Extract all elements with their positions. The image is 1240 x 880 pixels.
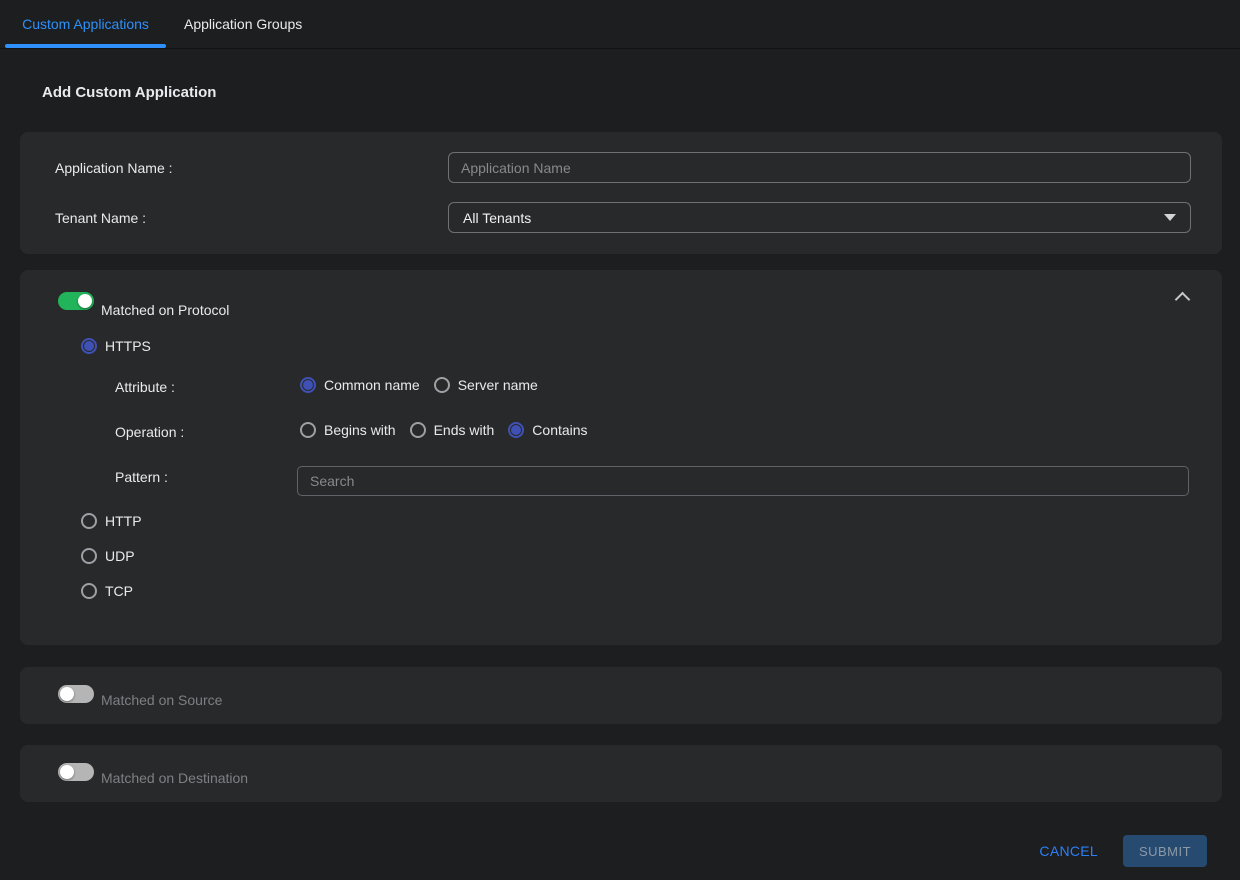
- protocol-toggle[interactable]: [58, 292, 94, 310]
- radio-ends-with[interactable]: [410, 422, 426, 438]
- tab-custom-applications[interactable]: Custom Applications: [5, 0, 166, 48]
- radio-http-label: HTTP: [105, 513, 142, 529]
- tenant-select[interactable]: All Tenants: [448, 202, 1191, 233]
- submit-button[interactable]: SUBMIT: [1123, 835, 1207, 867]
- application-name-row: Application Name :: [20, 152, 1222, 183]
- protocol-option-udp: UDP: [81, 548, 135, 564]
- radio-common-name-label: Common name: [324, 377, 420, 393]
- attribute-option-common-name: Common name: [300, 377, 420, 393]
- operation-label: Operation :: [115, 424, 184, 440]
- add-custom-application-page: { "tabs": [ { "label": "Custom Applicati…: [0, 0, 1240, 880]
- attribute-label: Attribute :: [115, 379, 175, 395]
- toggle-knob: [78, 294, 92, 308]
- radio-tcp-label: TCP: [105, 583, 133, 599]
- matched-on-protocol-card: Matched on Protocol HTTPS Attribute : Co…: [20, 270, 1222, 645]
- radio-http[interactable]: [81, 513, 97, 529]
- radio-udp[interactable]: [81, 548, 97, 564]
- source-toggle-label: Matched on Source: [101, 692, 222, 708]
- operation-option-begins-with: Begins with: [300, 422, 396, 438]
- radio-https[interactable]: [81, 338, 97, 354]
- radio-server-name[interactable]: [434, 377, 450, 393]
- protocol-option-https: HTTPS: [81, 338, 151, 354]
- protocol-toggle-label: Matched on Protocol: [101, 302, 229, 318]
- radio-tcp[interactable]: [81, 583, 97, 599]
- tab-custom-applications-label: Custom Applications: [22, 16, 149, 32]
- footer-actions: CANCEL SUBMIT: [0, 835, 1240, 867]
- tenant-select-value: All Tenants: [463, 210, 531, 226]
- application-name-label: Application Name :: [20, 160, 448, 176]
- matched-on-source-card: Matched on Source: [20, 667, 1222, 724]
- matched-on-destination-card: Matched on Destination: [20, 745, 1222, 802]
- active-tab-underline: [5, 44, 166, 48]
- operation-option-ends-with: Ends with: [410, 422, 495, 438]
- toggle-knob: [60, 765, 74, 779]
- general-info-card: Application Name : Tenant Name : All Ten…: [20, 132, 1222, 254]
- application-name-input[interactable]: [448, 152, 1191, 183]
- radio-https-label: HTTPS: [105, 338, 151, 354]
- radio-ends-with-label: Ends with: [434, 422, 495, 438]
- chevron-down-icon: [1164, 214, 1176, 221]
- operation-option-contains: Contains: [508, 422, 587, 438]
- protocol-header: Matched on Protocol: [58, 292, 229, 318]
- cancel-button[interactable]: CANCEL: [1039, 843, 1098, 859]
- toggle-knob: [60, 687, 74, 701]
- attribute-options: Common name Server name: [300, 377, 538, 393]
- tab-application-groups[interactable]: Application Groups: [184, 0, 302, 48]
- chevron-up-icon[interactable]: [1175, 292, 1191, 308]
- radio-contains-label: Contains: [532, 422, 587, 438]
- tenant-name-row: Tenant Name : All Tenants: [20, 202, 1222, 233]
- tenant-name-label: Tenant Name :: [20, 210, 448, 226]
- tab-application-groups-label: Application Groups: [184, 16, 302, 32]
- radio-udp-label: UDP: [105, 548, 135, 564]
- radio-server-name-label: Server name: [458, 377, 538, 393]
- source-toggle[interactable]: [58, 685, 94, 703]
- radio-common-name[interactable]: [300, 377, 316, 393]
- pattern-search-input[interactable]: [297, 466, 1189, 496]
- pattern-label: Pattern :: [115, 469, 168, 485]
- destination-toggle-label: Matched on Destination: [101, 770, 248, 786]
- radio-begins-with-label: Begins with: [324, 422, 396, 438]
- page-title: Add Custom Application: [42, 84, 1240, 101]
- protocol-option-http: HTTP: [81, 513, 142, 529]
- tab-bar: Custom Applications Application Groups: [0, 0, 1240, 49]
- attribute-option-server-name: Server name: [434, 377, 538, 393]
- destination-toggle[interactable]: [58, 763, 94, 781]
- radio-begins-with[interactable]: [300, 422, 316, 438]
- operation-options: Begins with Ends with Contains: [300, 422, 588, 438]
- radio-contains[interactable]: [508, 422, 524, 438]
- protocol-option-tcp: TCP: [81, 583, 133, 599]
